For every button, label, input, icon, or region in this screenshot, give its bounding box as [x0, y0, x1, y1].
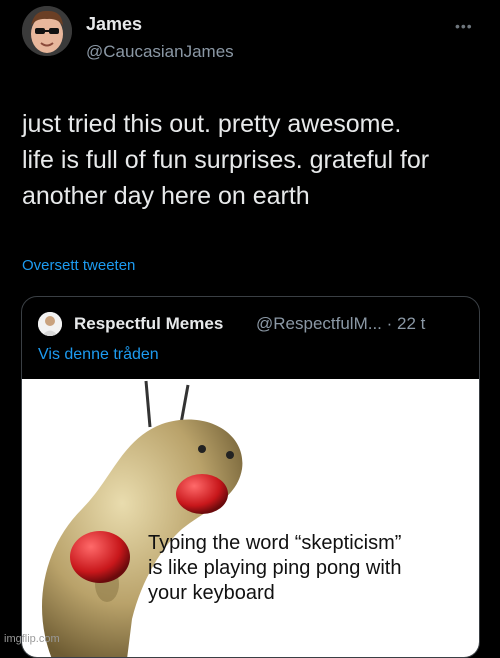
more-options-icon[interactable]: •••	[455, 18, 473, 34]
meme-caption-line: is like playing ping pong with	[148, 557, 402, 579]
quoted-display-name[interactable]: Respectful Memes	[74, 314, 223, 334]
meme-caption: Typing the word “skepticism” is like pla…	[148, 531, 468, 606]
tweet-text-line: just tried this out. pretty awesome.	[22, 110, 402, 138]
user-handle[interactable]: @CaucasianJames	[86, 42, 234, 62]
meme-image[interactable]: Typing the word “skepticism” is like pla…	[22, 379, 479, 657]
quoted-avatar-photo	[38, 312, 62, 336]
tweet-text: just tried this out. pretty awesome. lif…	[22, 106, 492, 214]
meme-caption-line: your keyboard	[148, 582, 275, 604]
worm-illustration	[42, 380, 243, 657]
meme-caption-line: Typing the word “skepticism”	[148, 532, 402, 554]
tweet-text-line: another day here on earth	[22, 182, 310, 210]
avatar[interactable]	[22, 6, 72, 56]
watermark: imgflip.com	[4, 633, 60, 645]
show-thread-link[interactable]: Vis denne tråden	[38, 346, 159, 364]
quoted-tweet[interactable]: Respectful Memes @RespectfulM... · 22 t …	[21, 296, 480, 658]
display-name[interactable]: James	[86, 14, 142, 35]
quoted-handle-time[interactable]: @RespectfulM... · 22 t	[256, 314, 425, 334]
tweet-text-line: life is full of fun surprises. grateful …	[22, 146, 430, 174]
translate-tweet-link[interactable]: Oversett tweeten	[22, 257, 135, 274]
quoted-avatar[interactable]	[38, 312, 62, 336]
avatar-photo	[22, 6, 72, 56]
